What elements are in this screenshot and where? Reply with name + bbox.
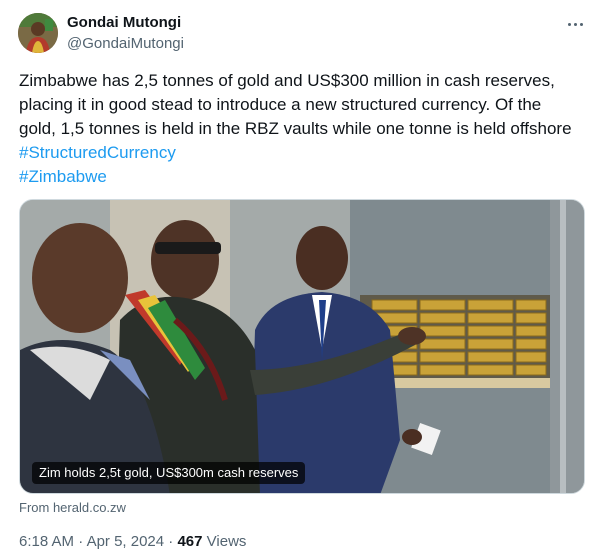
link-card-caption: Zim holds 2,5t gold, US$300m cash reserv… bbox=[32, 462, 306, 484]
author-handle[interactable]: @GondaiMutongi bbox=[67, 35, 184, 52]
dot bbox=[573, 22, 577, 26]
tweet-date[interactable]: Apr 5, 2024 bbox=[87, 533, 165, 550]
hashtag-link[interactable]: #Zimbabwe bbox=[19, 165, 594, 189]
views-count[interactable]: 467 bbox=[177, 533, 202, 550]
tweet-text-line: gold, 1,5 tonnes is held in the RBZ vaul… bbox=[19, 119, 572, 138]
tweet-text: Zimbabwe has 2,5 tonnes of gold and US$3… bbox=[19, 69, 594, 189]
more-options-icon[interactable] bbox=[563, 12, 587, 36]
gold-vault-photo bbox=[20, 200, 584, 493]
profile-photo-icon bbox=[18, 13, 58, 53]
link-source[interactable]: From herald.co.zw bbox=[19, 500, 126, 515]
avatar[interactable] bbox=[18, 13, 58, 53]
author-display-name[interactable]: Gondai Mutongi bbox=[67, 14, 181, 31]
separator-dot: · bbox=[74, 533, 87, 550]
hashtag-link[interactable]: #StructuredCurrency bbox=[19, 141, 594, 165]
tweet-text-line: Zimbabwe has 2,5 tonnes of gold and US$3… bbox=[19, 71, 555, 90]
tweet-time[interactable]: 6:18 AM bbox=[19, 533, 74, 550]
dot bbox=[567, 22, 571, 26]
tweet-meta: 6:18 AM · Apr 5, 2024 · 467 Views bbox=[19, 533, 246, 550]
views-label: Views bbox=[202, 533, 247, 550]
tweet-text-line: placing it in good stead to introduce a … bbox=[19, 95, 542, 114]
link-card-image[interactable]: Zim holds 2,5t gold, US$300m cash reserv… bbox=[19, 199, 585, 494]
tweet: Gondai Mutongi @GondaiMutongi Zimbabwe h… bbox=[0, 0, 604, 558]
dot bbox=[579, 22, 583, 26]
separator-dot: · bbox=[164, 533, 178, 550]
